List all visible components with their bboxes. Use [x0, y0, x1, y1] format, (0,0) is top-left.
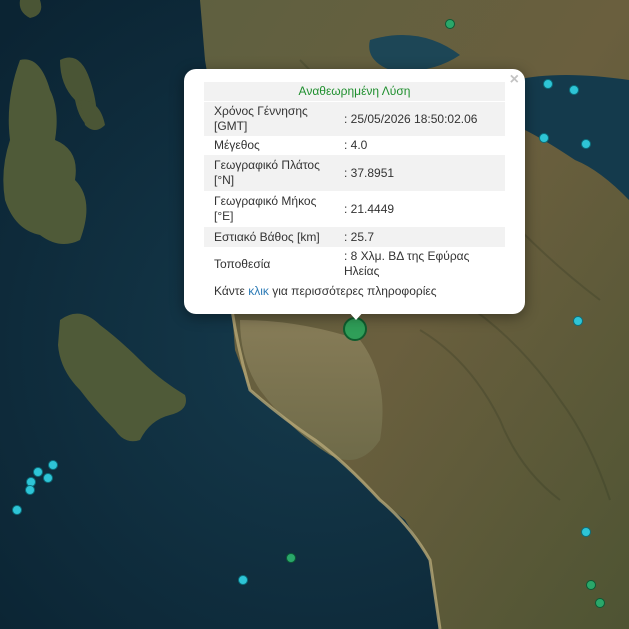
row-value-location: : 8 Χλμ. ΒΔ της Εφύρας Ηλείας — [344, 249, 470, 278]
earthquake-marker[interactable] — [25, 485, 35, 495]
more-info-text: Κάντε κλικ για περισσότερες πληροφορίες — [214, 284, 437, 298]
earthquake-marker[interactable] — [581, 527, 591, 537]
earthquake-marker[interactable] — [33, 467, 43, 477]
row-value-magnitude: : 4.0 — [344, 138, 368, 152]
row-value-origin-time: : 25/05/2026 18:50:02.06 — [344, 102, 505, 136]
close-icon[interactable]: × — [510, 71, 519, 89]
row-value-longitude: : 21.4449 — [344, 201, 395, 216]
table-row: Γεωγραφικό Πλάτος [°N] : 37.8951 — [204, 155, 505, 191]
earthquake-marker[interactable] — [569, 85, 579, 95]
earthquake-marker[interactable] — [586, 580, 596, 590]
row-value-latitude: : 37.8951 — [344, 155, 505, 191]
more-info-link[interactable]: κλικ — [248, 284, 269, 298]
row-label-depth: Εστιακό Βάθος [km] — [204, 227, 344, 247]
earthquake-marker[interactable] — [48, 460, 58, 470]
earthquake-marker[interactable] — [539, 133, 549, 143]
earthquake-marker[interactable] — [581, 139, 591, 149]
table-row: Εστιακό Βάθος [km] : 25.7 — [204, 227, 505, 247]
table-row: Γεωγραφικό Μήκος [°E] : 21.4449 — [204, 191, 505, 227]
earthquake-marker[interactable] — [12, 505, 22, 515]
table-row: Χρόνος Γέννησης [GMT] : 25/05/2026 18:50… — [204, 102, 505, 136]
row-label-origin-time: Χρόνος Γέννησης [GMT] — [204, 102, 344, 136]
earthquake-marker[interactable] — [43, 473, 53, 483]
earthquake-marker[interactable] — [286, 553, 296, 563]
row-label-latitude: Γεωγραφικό Πλάτος [°N] — [204, 155, 344, 191]
popup-tip — [347, 310, 365, 320]
table-row: Τοποθεσία : 8 Χλμ. ΒΔ της Εφύρας Ηλείας — [204, 247, 505, 281]
row-value-depth: : 25.7 — [344, 227, 505, 247]
earthquake-marker[interactable] — [595, 598, 605, 608]
row-label-magnitude: Μέγεθος — [214, 138, 260, 152]
table-row: Μέγεθος : 4.0 — [204, 136, 505, 155]
popup-title: Αναθεωρημένη Λύση — [204, 82, 505, 101]
earthquake-marker[interactable] — [238, 575, 248, 585]
row-label-longitude: Γεωγραφικό Μήκος [°E] — [214, 194, 317, 223]
selected-earthquake-marker[interactable] — [343, 317, 367, 341]
info-table: Χρόνος Γέννησης [GMT] : 25/05/2026 18:50… — [204, 102, 505, 281]
earthquake-info-popup: × Αναθεωρημένη Λύση Χρόνος Γέννησης [GMT… — [184, 69, 525, 314]
earthquake-marker[interactable] — [445, 19, 455, 29]
earthquake-marker[interactable] — [573, 316, 583, 326]
row-label-location: Τοποθεσία — [214, 256, 271, 271]
earthquake-marker[interactable] — [543, 79, 553, 89]
